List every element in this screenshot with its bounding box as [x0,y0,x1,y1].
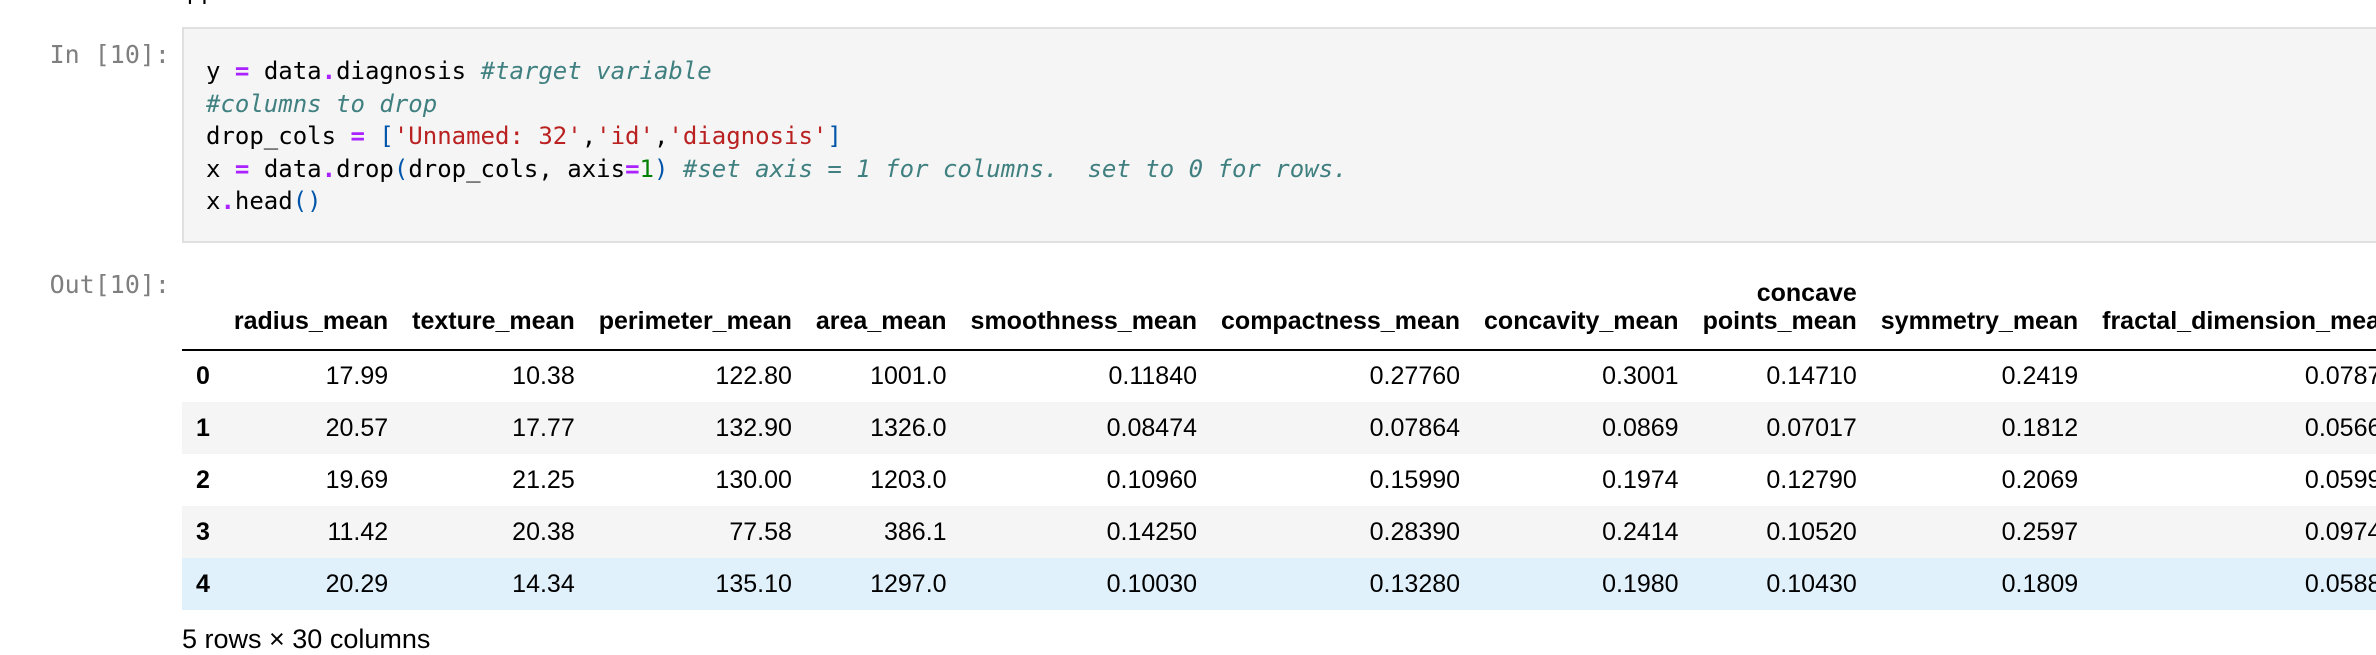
column-header: compactness_mean [1221,307,1461,335]
table-cell: 0.10520 [1766,517,1857,546]
table-cell: 0.15990 [1369,465,1461,494]
table-cell: 0.10030 [1106,569,1198,598]
table-cell: 0.10430 [1766,569,1857,598]
table-cell: 0.1812 [2001,413,2079,442]
table-cell: 11.42 [327,517,389,546]
table-cell: 0.2419 [2001,362,2079,390]
table-cell: 0.1974 [1602,465,1679,494]
row-index: 1 [196,413,210,442]
previous-cell-tail: ]] [182,0,211,4]
table-cell: 130.00 [715,465,792,494]
table-cell: 1297.0 [870,569,947,598]
table-row[interactable]: 1 20.57 17.77 132.90 1326.0 0.08474 0.07864 0.0… [182,402,2376,454]
table-row[interactable]: 0 17.99 10.38 122.80 1001.0 0.11840 0.27760 0.3… [182,350,2376,402]
table-cell: 0.12790 [1766,465,1857,494]
table-cell: 17.99 [325,362,389,390]
table-cell: 1001.0 [870,362,947,390]
table-cell: 0.2597 [2001,517,2079,546]
column-header: radius_mean [233,307,389,335]
table-cell: 0.27760 [1369,362,1461,390]
index-header [182,255,222,350]
table-cell: 0.14710 [1766,362,1857,390]
table-cell: 0.2414 [1602,517,1679,546]
table-cell: 386.1 [883,517,947,546]
column-header: fractal_dimension_mean [2102,307,2376,335]
table-cell: 14.34 [512,569,575,598]
column-header: area_mean [815,307,947,335]
table-row[interactable]: 4 20.29 14.34 135.10 1297.0 0.10030 0.13280 0.1… [182,558,2376,610]
table-cell: 0.1809 [2001,569,2079,598]
table-cell: 0.07871 [2304,362,2376,390]
column-header: texture_mean [412,307,575,335]
table-cell: 1203.0 [870,465,947,494]
table-cell: 0.09744 [2304,517,2376,546]
row-index: 4 [196,569,210,598]
table-cell: 77.58 [729,517,792,546]
table-cell: 0.28390 [1369,517,1461,546]
table-cell: 20.38 [512,517,575,546]
table-cell: 20.57 [325,413,389,442]
row-index: 3 [196,517,210,546]
table-cell: 0.05883 [2304,569,2376,598]
table-cell: 0.3001 [1602,362,1679,390]
table-header-row: radius_mean texture_mean perimeter_mean are… [182,255,2376,350]
table-cell: 0.1980 [1602,569,1679,598]
table-row[interactable]: 3 11.42 20.38 77.58 386.1 0.14250 0.28390 0.241… [182,506,2376,558]
table-cell: 20.29 [325,569,389,598]
code-cell[interactable]: y = data.diagnosis #target variable #col… [182,27,2376,243]
table-row[interactable]: 2 19.69 21.25 130.00 1203.0 0.10960 0.15990 0.1… [182,454,2376,506]
input-prompt: In [10]: [49,40,170,69]
table-cell: 0.05667 [2304,413,2376,442]
table-cell: 0.11840 [1108,362,1198,390]
column-header: smoothness_mean [970,307,1198,335]
table-cell: 0.2069 [2001,465,2079,494]
table-cell: 135.10 [715,569,792,598]
table-cell: 0.05999 [2304,465,2376,494]
table-cell: 17.77 [512,413,575,442]
table-cell: 0.08474 [1106,413,1198,442]
table-cell: 0.13280 [1369,569,1461,598]
table-cell: 21.25 [512,465,575,494]
table-cell: 0.0869 [1602,413,1679,442]
table-cell: 0.07864 [1369,413,1461,442]
dataframe-table: radius_mean texture_mean perimeter_mean are… [182,255,2376,610]
table-cell: 0.10960 [1106,465,1198,494]
column-header: symmetry_mean [1880,307,2079,335]
column-header: perimeter_mean [598,307,792,335]
output-prompt: Out[10]: [49,270,170,299]
table-cell: 1326.0 [870,413,947,442]
column-header: concavity_mean [1484,307,1679,335]
row-index: 0 [196,362,210,390]
table-cell: 132.90 [715,413,792,442]
code-editor[interactable]: y = data.diagnosis #target variable #col… [206,55,1348,218]
column-header: concave points_mean [1702,279,1857,335]
table-footer: 5 rows × 30 columns [182,624,431,654]
table-cell: 0.07017 [1766,413,1857,442]
table-cell: 19.69 [325,465,389,494]
row-index: 2 [196,465,210,494]
table-cell: 122.80 [715,362,792,390]
table-cell: 0.14250 [1106,517,1198,546]
output-area: radius_mean texture_mean perimeter_mean are… [182,255,2376,650]
table-body: 0 17.99 10.38 122.80 1001.0 0.11840 0.27760 0.3… [182,350,2376,610]
table-cell: 10.38 [512,362,575,390]
